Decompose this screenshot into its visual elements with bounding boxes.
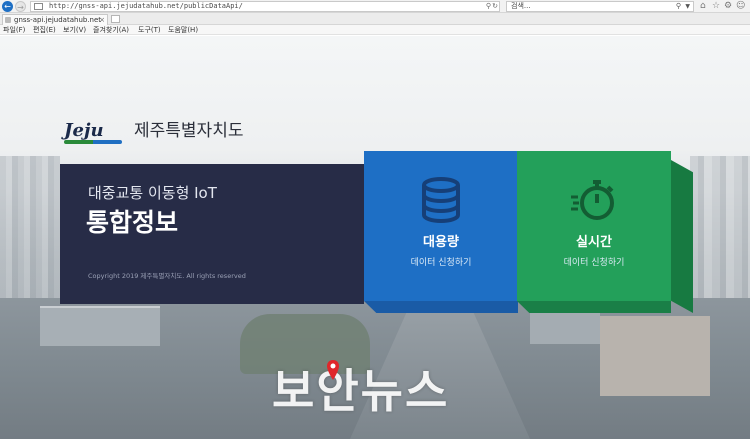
menu-view[interactable]: 보기(V) [63, 25, 86, 35]
menu-tools[interactable]: 도구(T) [138, 25, 161, 35]
menu-help[interactable]: 도움말(H) [168, 25, 198, 35]
logo-wave-icon [64, 140, 122, 144]
logo-wordmark: Jeju [64, 120, 104, 141]
realtime-data-label: 실시간 [576, 235, 612, 250]
home-icon[interactable]: ⌂ [700, 1, 706, 12]
url-text: http://gnss-api.jejudatahub.net/publicDa… [49, 2, 243, 10]
new-tab-button[interactable] [111, 15, 120, 23]
banner-title: 통합정보 [86, 208, 179, 237]
banner-subtitle: 대중교통 이동형 IoT [88, 184, 217, 202]
address-bar: ← → http://gnss-api.jejudatahub.net/publ… [0, 0, 750, 13]
bulk-data-card[interactable]: 대용량 데이터 신청하기 [364, 151, 518, 301]
tab-title: gnss-api.jejudatahub.net [14, 16, 102, 24]
background-building [600, 316, 710, 396]
bulk-data-label: 대용량 [423, 235, 459, 250]
page-icon [34, 3, 43, 10]
menu-favorites[interactable]: 즐겨찾기(A) [93, 25, 129, 35]
card-shadow [364, 301, 518, 313]
forward-arrow-icon[interactable]: → [15, 1, 26, 12]
bulk-data-desc: 데이터 신청하기 [410, 258, 472, 268]
url-input[interactable]: http://gnss-api.jejudatahub.net/publicDa… [30, 1, 500, 12]
star-icon[interactable]: ☆ [712, 1, 720, 12]
stopwatch-icon [571, 180, 614, 220]
back-arrow-icon[interactable]: ← [2, 1, 13, 12]
tab-active[interactable]: gnss-api.jejudatahub.net × [2, 14, 108, 25]
realtime-data-desc: 데이터 신청하기 [563, 258, 625, 268]
database-icon [422, 177, 460, 223]
map-pin-icon [327, 360, 339, 380]
page-content: Jeju 제주특별자치도 대중교통 이동형 IoT 통합정보 Copyright… [0, 36, 750, 439]
search-placeholder: 검색... [511, 2, 531, 10]
card-side [671, 160, 693, 313]
gear-icon[interactable]: ⚙ [724, 1, 732, 12]
refresh-icon[interactable]: ↻ [492, 2, 498, 11]
tab-bar: gnss-api.jejudatahub.net × [0, 13, 750, 25]
smiley-icon[interactable]: ☺ [736, 1, 745, 12]
background-building [40, 306, 160, 346]
close-icon[interactable]: × [99, 15, 105, 25]
copyright-text: Copyright 2019 제주특별자치도. All rights reser… [88, 272, 246, 280]
menu-edit[interactable]: 편집(E) [33, 25, 56, 35]
tab-favicon-icon [5, 17, 11, 23]
title-banner: 대중교통 이동형 IoT 통합정보 Copyright 2019 제주특별자치도… [60, 164, 364, 304]
logo-name: 제주특별자치도 [134, 121, 244, 141]
realtime-data-card[interactable]: 실시간 데이터 신청하기 [517, 151, 671, 301]
search-dropdown-icon[interactable]: ▼ [685, 2, 690, 11]
search-icon[interactable]: ⚲ [676, 2, 681, 11]
menu-file[interactable]: 파일(F) [3, 25, 25, 35]
watermark-text: 보안뉴스 [272, 364, 450, 418]
url-search-icon[interactable]: ⚲ [486, 2, 491, 11]
search-input[interactable]: 검색... ⚲ ▼ [506, 1, 694, 12]
card-shadow [517, 301, 671, 313]
menu-bar: 파일(F) 편집(E) 보기(V) 즐겨찾기(A) 도구(T) 도움말(H) [0, 25, 750, 35]
